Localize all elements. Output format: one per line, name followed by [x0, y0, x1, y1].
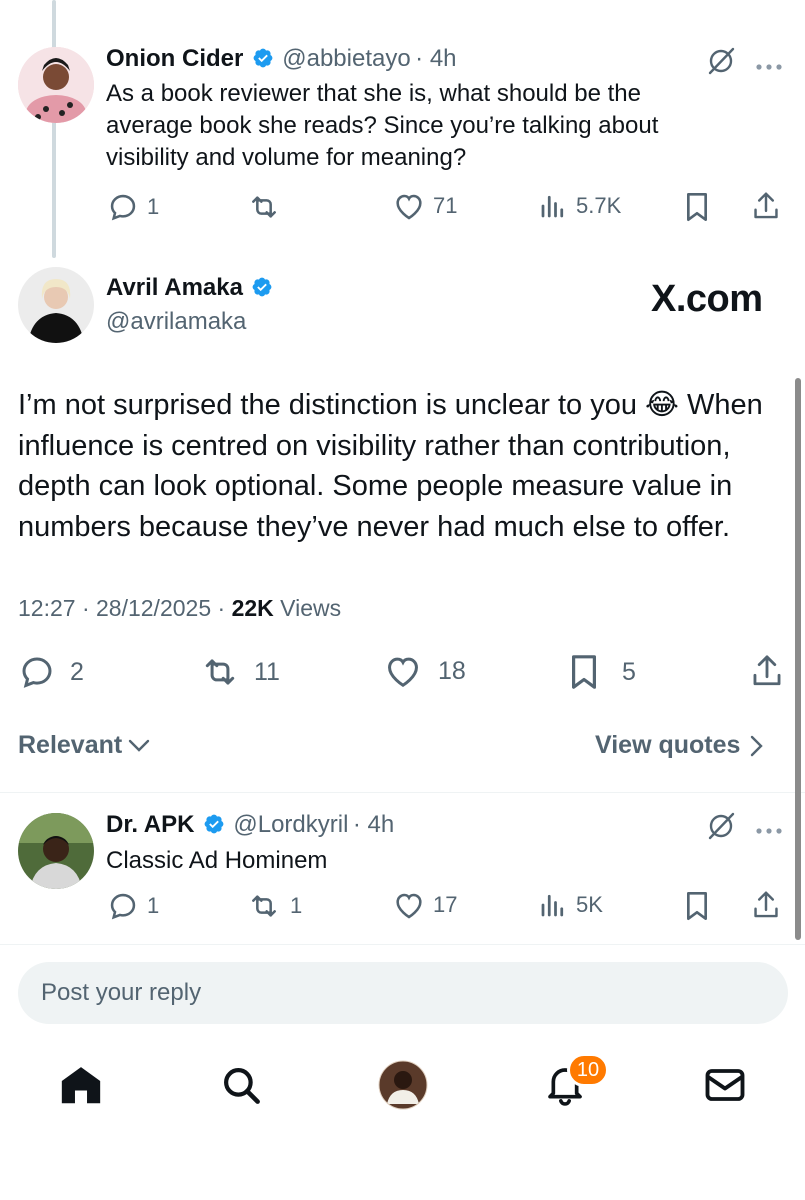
grok-icon[interactable]: [706, 811, 736, 846]
reply-count: 1: [147, 194, 160, 219]
bookmark-count: 5: [622, 657, 636, 686]
tweet-header: Onion Cider @abbietayo · 4h: [106, 45, 457, 74]
divider: [0, 944, 805, 945]
nav-search[interactable]: [216, 1060, 266, 1110]
author-name[interactable]: Avril Amaka: [106, 274, 243, 301]
reply-icon: [22, 657, 52, 688]
like-button[interactable]: 71: [393, 191, 457, 221]
author-name[interactable]: Dr. APK: [106, 811, 194, 838]
sort-label: Relevant: [18, 731, 123, 759]
author-handle[interactable]: @avrilamaka: [106, 308, 246, 336]
scrollbar[interactable]: [795, 378, 801, 940]
share-icon: [753, 655, 781, 686]
author-handle[interactable]: @Lordkyril: [233, 811, 348, 838]
heart-icon: [396, 893, 422, 919]
repost-button[interactable]: 11: [198, 653, 280, 691]
bookmark-icon: [686, 892, 707, 920]
chevron-down-icon: [129, 739, 150, 752]
home-icon: [61, 1067, 101, 1104]
heart-icon: [388, 657, 418, 688]
share-icon: [754, 192, 778, 219]
views-button[interactable]: 5K: [538, 890, 603, 920]
tweet-text: Classic Ad Hominem: [106, 847, 328, 874]
mail-icon: [705, 1069, 745, 1101]
more-icon[interactable]: [755, 822, 783, 840]
heart-icon: [396, 194, 422, 220]
avatar[interactable]: [18, 47, 94, 123]
author-name[interactable]: Onion Cider: [106, 45, 243, 72]
repost-icon: [205, 659, 235, 685]
repost-icon: [252, 196, 276, 218]
thread-line: [52, 0, 56, 258]
view-count: 5.7K: [576, 193, 622, 218]
view-count: 5K: [576, 892, 603, 917]
reply-button[interactable]: 1: [107, 890, 159, 922]
reply-icon: [110, 893, 136, 920]
notification-badge: 10: [567, 1053, 609, 1087]
post-time: · 4h: [415, 45, 457, 72]
share-icon: [754, 891, 778, 918]
reply-button[interactable]: 2: [18, 653, 84, 691]
tweet-header: Avril Amaka: [106, 274, 277, 303]
view-quotes-label: View quotes: [595, 731, 741, 759]
verified-badge-icon: [252, 47, 274, 74]
post-time: · 4h: [352, 811, 395, 838]
views-label: Views: [273, 595, 342, 621]
reply-count: 1: [147, 893, 160, 918]
like-count: 17: [433, 892, 458, 917]
tweet-header: Dr. APK @Lordkyril · 4h: [106, 811, 394, 840]
verified-badge-icon: [251, 276, 273, 303]
timestamp[interactable]: 12:27 · 28/12/2025 ·: [18, 595, 232, 621]
analytics-icon: [541, 195, 564, 218]
more-icon[interactable]: [755, 58, 783, 76]
views-button[interactable]: 5.7K: [538, 191, 621, 221]
avatar[interactable]: [18, 813, 94, 889]
view-quotes-link[interactable]: View quotes: [595, 731, 764, 760]
like-button[interactable]: 18: [384, 653, 466, 689]
bookmark-icon: [572, 655, 596, 689]
chevron-right-icon: [751, 735, 764, 756]
views-count: 22K: [231, 595, 274, 621]
repost-button[interactable]: 1: [246, 890, 302, 922]
bookmark-button[interactable]: 5: [568, 652, 636, 692]
like-count: 71: [433, 193, 458, 218]
repost-button[interactable]: [246, 191, 290, 223]
author-handle[interactable]: @abbietayo: [282, 45, 410, 72]
sort-dropdown[interactable]: Relevant: [18, 731, 150, 760]
repost-count: 1: [290, 893, 303, 918]
nav-profile[interactable]: [378, 1060, 428, 1110]
repost-count: 11: [254, 657, 280, 686]
x-watermark: X.com: [651, 278, 763, 320]
share-button[interactable]: [750, 652, 784, 690]
tweet-text: As a book reviewer that she is, what sho…: [106, 80, 659, 171]
reply-button[interactable]: 1: [107, 191, 159, 223]
like-count: 18: [438, 656, 466, 685]
share-button[interactable]: [751, 889, 781, 921]
bookmark-button[interactable]: [683, 191, 711, 223]
reply-icon: [110, 194, 136, 221]
grok-icon[interactable]: [706, 46, 736, 81]
reply-input[interactable]: Post your reply: [18, 962, 788, 1024]
nav-messages[interactable]: [700, 1060, 750, 1110]
repost-icon: [252, 895, 276, 917]
analytics-icon: [541, 894, 564, 917]
divider: [0, 792, 805, 793]
tweet-text: I’m not surprised the distinction is unc…: [18, 389, 763, 543]
reply-placeholder: Post your reply: [41, 979, 202, 1006]
like-button[interactable]: 17: [393, 890, 457, 920]
share-button[interactable]: [751, 190, 781, 222]
reply-count: 2: [70, 657, 84, 686]
avatar[interactable]: [18, 267, 94, 343]
nav-home[interactable]: [56, 1060, 106, 1110]
search-icon: [224, 1068, 260, 1104]
bookmark-icon: [686, 193, 707, 221]
verified-badge-icon: [203, 813, 225, 840]
avatar: [378, 1060, 428, 1110]
bookmark-button[interactable]: [683, 890, 711, 922]
tweet-meta: 12:27 · 28/12/2025 · 22K Views: [18, 595, 341, 622]
